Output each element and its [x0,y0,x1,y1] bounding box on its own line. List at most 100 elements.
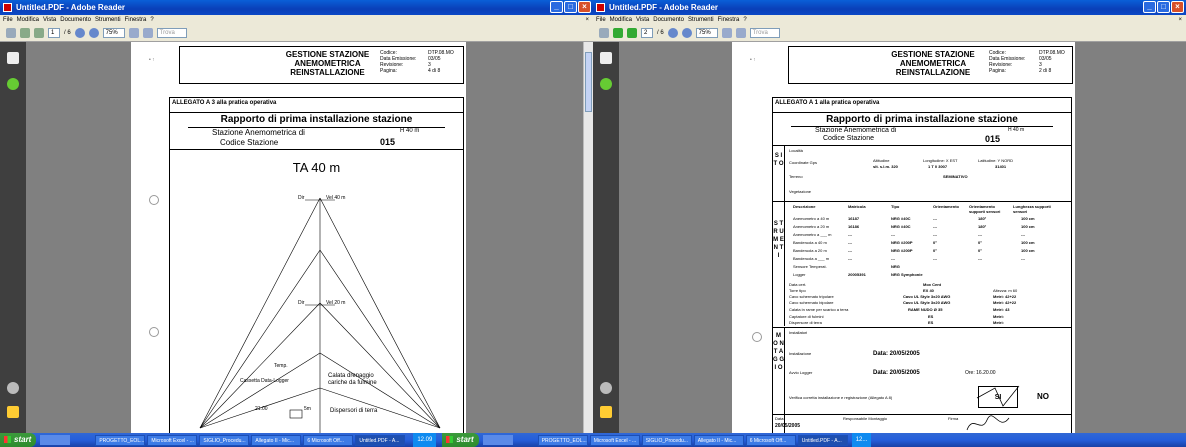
instrument-cell: 180° [978,216,987,221]
task-progetto[interactable]: PROGETTO_EOL... [95,434,146,446]
task-excel-right[interactable]: Microsoft Excel - ... [589,434,640,446]
task-excel[interactable]: Microsoft Excel - ... [147,434,198,446]
zoom-in-icon[interactable] [88,28,99,38]
localita-label: Località [789,148,803,153]
paperclip-icon[interactable] [600,382,612,394]
comments-icon[interactable] [7,406,19,418]
task-siglio-right[interactable]: SIGLIO_Procedu... [641,434,692,446]
menu-modifica[interactable]: Modifica [17,15,39,25]
maximize-button[interactable]: □ [1157,1,1170,13]
menu-vista[interactable]: Vista [636,15,649,25]
next-page-icon[interactable] [34,28,44,38]
right-toolbar: 2 / 6 75% Trova [593,25,1186,42]
report-title: Rapporto di prima installazione stazione [826,114,1018,125]
header-values: DTP.08.MO 03/05 3 4 di 8 [428,50,454,74]
menu-help[interactable]: ? [150,15,153,25]
menu-strumenti[interactable]: Strumenti [688,15,714,25]
zoom-out-icon[interactable] [667,28,678,38]
longitudine-label: Longitudine: X EST [923,158,958,163]
pages-icon[interactable] [600,52,612,64]
close-button[interactable]: × [1171,1,1184,13]
installazione-date: Data: 20/05/2005 [873,351,920,357]
task-reader[interactable]: Untitled.PDF - A... [355,434,406,446]
menu-close-icon[interactable]: × [585,15,589,25]
cavo-tripolare-value: Cavo UL Style 3x20 AWG [903,294,951,299]
latitudine-value: 31401 [995,164,1007,169]
left-title-bar[interactable]: Untitled.PDF - Adobe Reader _ □ × [0,0,593,15]
menu-modifica[interactable]: Modifica [610,15,632,25]
instrument-cell: Sensore Temperat. [793,264,827,269]
zoom-select[interactable]: 75% [695,28,718,38]
menu-documento[interactable]: Documento [653,15,684,25]
task-siglio[interactable]: SIGLIO_Procedu... [199,434,250,446]
terreno-value: SEMINATIVO [943,174,968,179]
next-page-icon[interactable] [627,28,637,38]
zoom-in-icon[interactable] [681,28,692,38]
close-button[interactable]: × [578,1,591,13]
task-reader-right[interactable]: Untitled.PDF - A... [797,434,848,446]
task-allegato-right[interactable]: Allegato II - Mic... [693,434,744,446]
menu-vista[interactable]: Vista [43,15,56,25]
start-button[interactable]: start [0,433,37,447]
page-number-input[interactable]: 2 [641,28,653,38]
fit-page-icon[interactable] [721,28,732,38]
data-cert-value: Mox Cent [923,282,941,287]
print-icon[interactable] [6,28,16,38]
attachment-icon[interactable] [600,78,612,90]
checkmark-scribble [976,385,1020,407]
paperclip-icon[interactable] [7,382,19,394]
instrument-cell: Anemometro a 20 m [793,224,830,229]
menu-help[interactable]: ? [743,15,746,25]
menu-file[interactable]: File [3,15,13,25]
task-office-right[interactable]: 6 Microsoft Off... [745,434,796,446]
right-menu-bar: File Modifica Vista Documento Strumenti … [593,15,1186,25]
metri-2: Metri: 42+22 [993,300,1017,305]
previous-page-icon[interactable] [20,28,30,38]
task-office[interactable]: 6 Microsoft Off... [303,434,354,446]
scroll-thumb[interactable] [585,52,592,112]
minimize-button[interactable]: _ [1143,1,1156,13]
col-descrizione: Descrizione [793,204,816,209]
fit-width-icon[interactable] [735,28,746,38]
menu-strumenti[interactable]: Strumenti [95,15,121,25]
captatore-label: Captatore di fulmini [789,314,824,319]
menu-finestra[interactable]: Finestra [125,15,147,25]
fit-width-icon[interactable] [142,28,153,38]
avvio-logger-date: Data: 20/05/2005 [873,370,920,376]
page-number-input[interactable]: 1 [48,28,60,38]
pages-icon[interactable] [7,52,19,64]
instrument-cell: Anemometro a 40 m [793,216,830,221]
zoom-out-icon[interactable] [74,28,85,38]
right-document-area[interactable]: • ↑ GESTIONE STAZIONE ANEMOMETRICA REINS… [619,42,1186,433]
zoom-select[interactable]: 75% [102,28,125,38]
task-progetto-right[interactable]: PROGETTO_EOL... [537,434,588,446]
previous-page-icon[interactable] [613,28,623,38]
task-allegato[interactable]: Allegato II - Mic... [251,434,302,446]
search-input[interactable]: Trova [156,28,187,38]
right-title-bar[interactable]: Untitled.PDF - Adobe Reader _ □ × [593,0,1186,15]
station-height: H 40 m [400,128,420,134]
fit-page-icon[interactable] [128,28,139,38]
left-vertical-scrollbar[interactable] [583,42,593,433]
menu-close-icon[interactable]: × [1178,15,1182,25]
comments-icon[interactable] [600,406,612,418]
quick-launch-icons-right[interactable] [482,435,513,445]
maximize-button[interactable]: □ [564,1,577,13]
start-button-right[interactable]: start [442,433,479,447]
metri-1: Metri: 42+22 [993,294,1017,299]
minimize-button[interactable]: _ [550,1,563,13]
attachment-icon[interactable] [7,78,19,90]
quick-launch-icons[interactable] [40,435,71,445]
menu-file[interactable]: File [596,15,606,25]
logo-mark: • ↑ [149,57,155,63]
left-document-area[interactable]: • ↑ GESTIONE STAZIONE ANEMOMETRICA REINS… [26,42,583,433]
allegato-label: ALLEGATO A 3 alla pratica operativa [172,100,277,106]
station-height: H 40 m [1008,127,1025,133]
label-temp: Temp. [274,363,288,369]
instrument-cell: --- [933,232,937,237]
print-icon[interactable] [599,28,609,38]
menu-finestra[interactable]: Finestra [718,15,740,25]
search-input[interactable]: Trova [749,28,780,38]
menu-documento[interactable]: Documento [60,15,91,25]
binder-hole [752,332,762,342]
